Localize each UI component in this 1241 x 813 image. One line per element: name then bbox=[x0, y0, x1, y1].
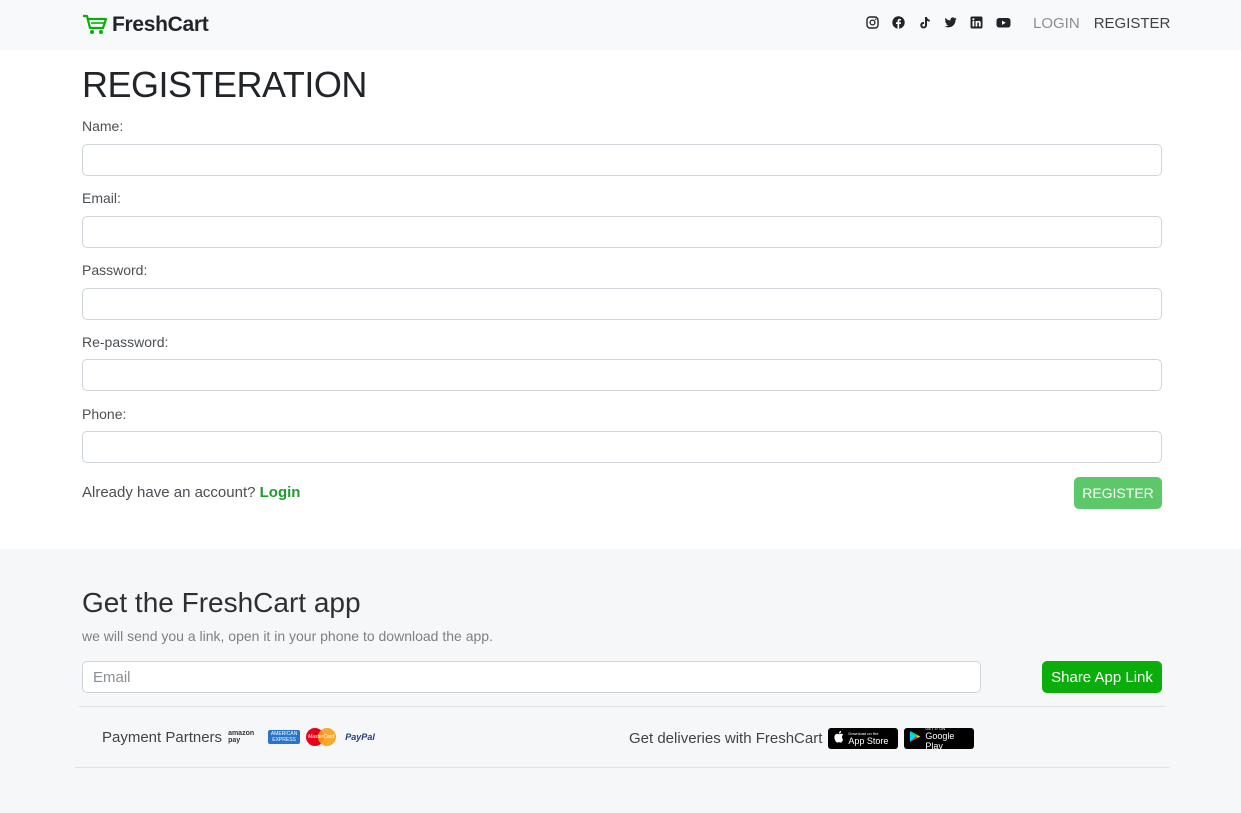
nav-register-link[interactable]: REGISTER bbox=[1094, 15, 1171, 32]
repassword-input[interactable] bbox=[82, 359, 1162, 391]
mastercard-logo: MasterCard bbox=[306, 728, 337, 746]
email-label: Email: bbox=[82, 190, 121, 206]
nav-login-link[interactable]: LOGIN bbox=[1033, 15, 1080, 32]
paypal-logo: PayPal bbox=[345, 732, 375, 742]
twitter-icon[interactable] bbox=[944, 16, 957, 29]
social-links bbox=[866, 16, 1011, 29]
app-section-title: Get the FreshCart app bbox=[82, 587, 361, 618]
app-store-badge[interactable]: Download on the App Store bbox=[828, 728, 899, 749]
app-store-big-text: App Store bbox=[848, 736, 889, 746]
login-link[interactable]: Login bbox=[260, 484, 301, 501]
apple-icon bbox=[833, 730, 844, 747]
brand-name: FreshCart bbox=[112, 13, 209, 36]
share-app-link-button[interactable]: Share App Link bbox=[1042, 661, 1162, 693]
google-play-badge[interactable]: GET IT ON Google Play bbox=[904, 726, 975, 751]
payment-partners: Payment Partners amazon pay AMERICAN EXP… bbox=[102, 728, 378, 746]
footer-divider-top bbox=[79, 706, 1165, 707]
amex-logo: AMERICAN EXPRESS bbox=[268, 730, 301, 744]
instagram-icon[interactable] bbox=[866, 16, 879, 29]
phone-input[interactable] bbox=[82, 431, 1162, 463]
page-title: REGISTERATION bbox=[82, 64, 367, 105]
password-input[interactable] bbox=[82, 288, 1162, 320]
footer: Get the FreshCart app we will send you a… bbox=[0, 549, 1241, 813]
phone-label: Phone: bbox=[82, 406, 127, 422]
name-label: Name: bbox=[82, 118, 124, 134]
mastercard-text: MasterCard bbox=[308, 734, 335, 740]
facebook-icon[interactable] bbox=[892, 16, 905, 29]
password-label: Password: bbox=[82, 262, 148, 278]
deliveries-label: Get deliveries with FreshCart bbox=[629, 730, 823, 747]
google-play-big-text: Google Play bbox=[925, 731, 955, 751]
google-play-icon bbox=[909, 730, 921, 747]
app-store-links: Get deliveries with FreshCart Download o… bbox=[629, 726, 975, 751]
payment-partners-label: Payment Partners bbox=[102, 728, 223, 746]
already-account-text: Already have an account? Login bbox=[82, 484, 300, 501]
name-input[interactable] bbox=[82, 144, 1162, 176]
repassword-label: Re-password: bbox=[82, 334, 169, 350]
tiktok-icon[interactable] bbox=[918, 16, 931, 29]
cart-icon bbox=[82, 14, 108, 36]
app-section-subtitle: we will send you a link, open it in your… bbox=[82, 628, 493, 644]
footer-divider-bottom bbox=[75, 767, 1169, 768]
app-email-input[interactable] bbox=[82, 661, 981, 693]
navbar: FreshCart LOGIN REGISTER bbox=[0, 0, 1241, 50]
youtube-icon[interactable] bbox=[996, 16, 1011, 29]
register-button[interactable]: REGISTER bbox=[1074, 477, 1162, 509]
linkedin-icon[interactable] bbox=[970, 16, 983, 29]
nav-links: LOGIN REGISTER bbox=[1033, 15, 1170, 32]
email-input[interactable] bbox=[82, 216, 1162, 248]
already-account-label: Already have an account? bbox=[82, 484, 256, 501]
amazon-pay-logo: amazon pay bbox=[228, 730, 255, 744]
brand-logo[interactable]: FreshCart bbox=[82, 12, 209, 38]
